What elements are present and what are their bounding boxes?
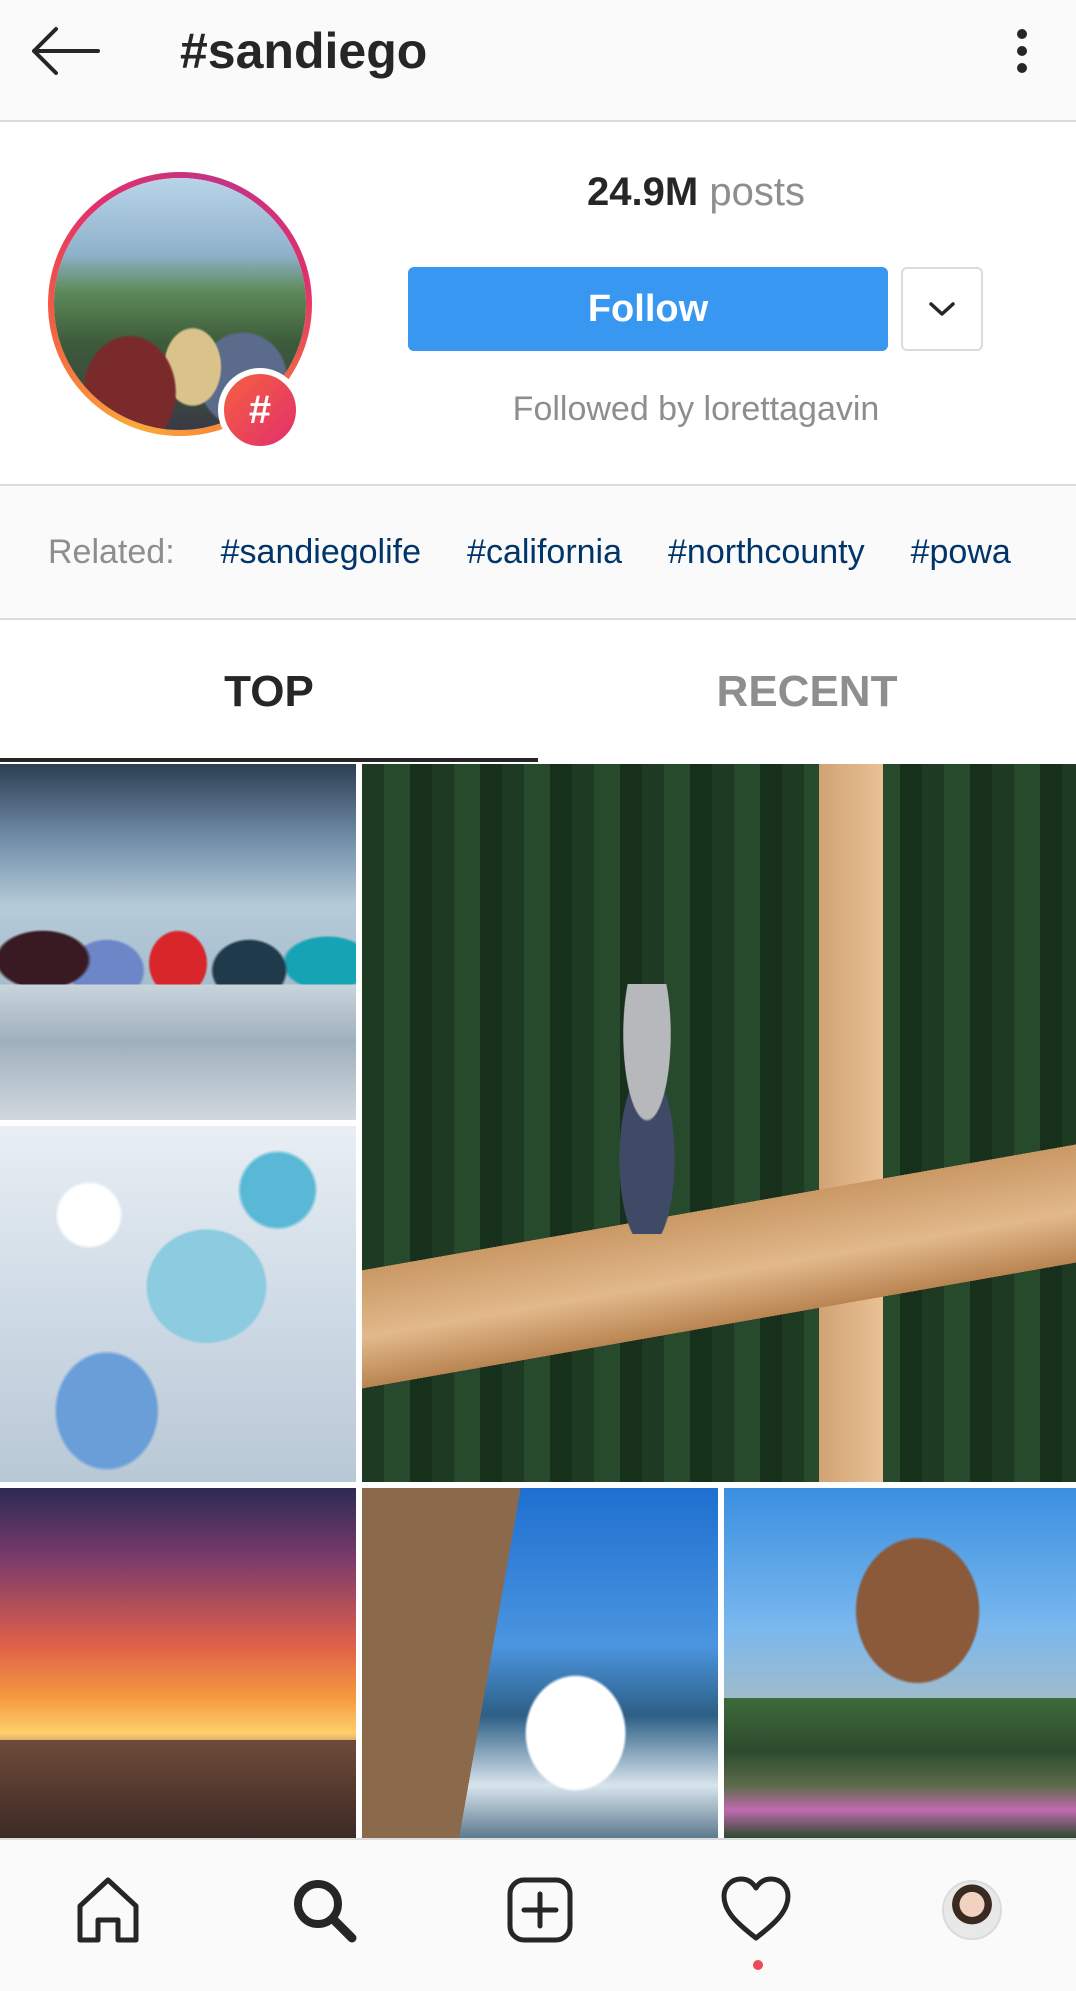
vertical-dots-icon bbox=[1017, 29, 1027, 73]
followed-by-text: Followed by lorettagavin bbox=[512, 390, 880, 428]
related-tag-powa[interactable]: #powa bbox=[911, 533, 1011, 572]
tab-top[interactable]: TOP bbox=[0, 620, 538, 764]
tab-recent[interactable]: RECENT bbox=[538, 620, 1076, 764]
back-button[interactable] bbox=[30, 18, 110, 84]
search-icon bbox=[294, 1880, 357, 1943]
follow-button[interactable]: Follow bbox=[408, 267, 888, 351]
post-dessert-table[interactable] bbox=[0, 1126, 356, 1482]
post-news-anchors[interactable] bbox=[0, 764, 356, 1120]
related-hashtags: Related: #sandiegolife #california #nort… bbox=[0, 484, 1076, 620]
nav-add-post[interactable] bbox=[490, 1860, 590, 1960]
post-botanical-building[interactable] bbox=[724, 1488, 1076, 1838]
active-tab-indicator bbox=[0, 758, 538, 762]
nav-activity[interactable] bbox=[706, 1860, 806, 1970]
profile-avatar bbox=[942, 1880, 1002, 1940]
follow-dropdown-button[interactable] bbox=[901, 267, 983, 351]
related-label: Related: bbox=[48, 532, 175, 571]
arrow-left-icon bbox=[32, 27, 100, 75]
post-log-builder[interactable] bbox=[362, 764, 1076, 1482]
posts-count-label: posts bbox=[709, 170, 805, 214]
feed-tabs: TOP RECENT bbox=[0, 620, 1076, 764]
posts-count: 24.9M posts bbox=[408, 170, 984, 215]
post-sunset-beach[interactable] bbox=[0, 1488, 356, 1838]
hashtag-header: # 24.9M posts Follow Followed by loretta… bbox=[0, 122, 1076, 484]
nav-search[interactable] bbox=[274, 1860, 374, 1960]
related-tag-northcounty[interactable]: #northcounty bbox=[668, 533, 865, 572]
chevron-down-icon bbox=[929, 302, 955, 316]
more-options-button[interactable] bbox=[992, 18, 1052, 84]
related-tag-california[interactable]: #california bbox=[467, 533, 622, 572]
post-wave-cliff[interactable] bbox=[362, 1488, 718, 1838]
add-post-icon bbox=[507, 1877, 573, 1943]
top-bar: #sandiego bbox=[0, 0, 1076, 122]
posts-grid bbox=[0, 764, 1076, 1838]
nav-profile[interactable] bbox=[922, 1860, 1022, 1960]
heart-icon bbox=[721, 1876, 791, 1941]
related-tag-sandiegolife[interactable]: #sandiegolife bbox=[221, 533, 421, 572]
home-icon bbox=[77, 1877, 139, 1943]
bottom-navigation bbox=[0, 1838, 1076, 1991]
page-title: #sandiego bbox=[180, 23, 428, 79]
posts-count-value: 24.9M bbox=[587, 170, 699, 214]
nav-home[interactable] bbox=[58, 1860, 158, 1960]
notification-dot bbox=[753, 1960, 763, 1970]
hashtag-badge: # bbox=[218, 368, 302, 452]
